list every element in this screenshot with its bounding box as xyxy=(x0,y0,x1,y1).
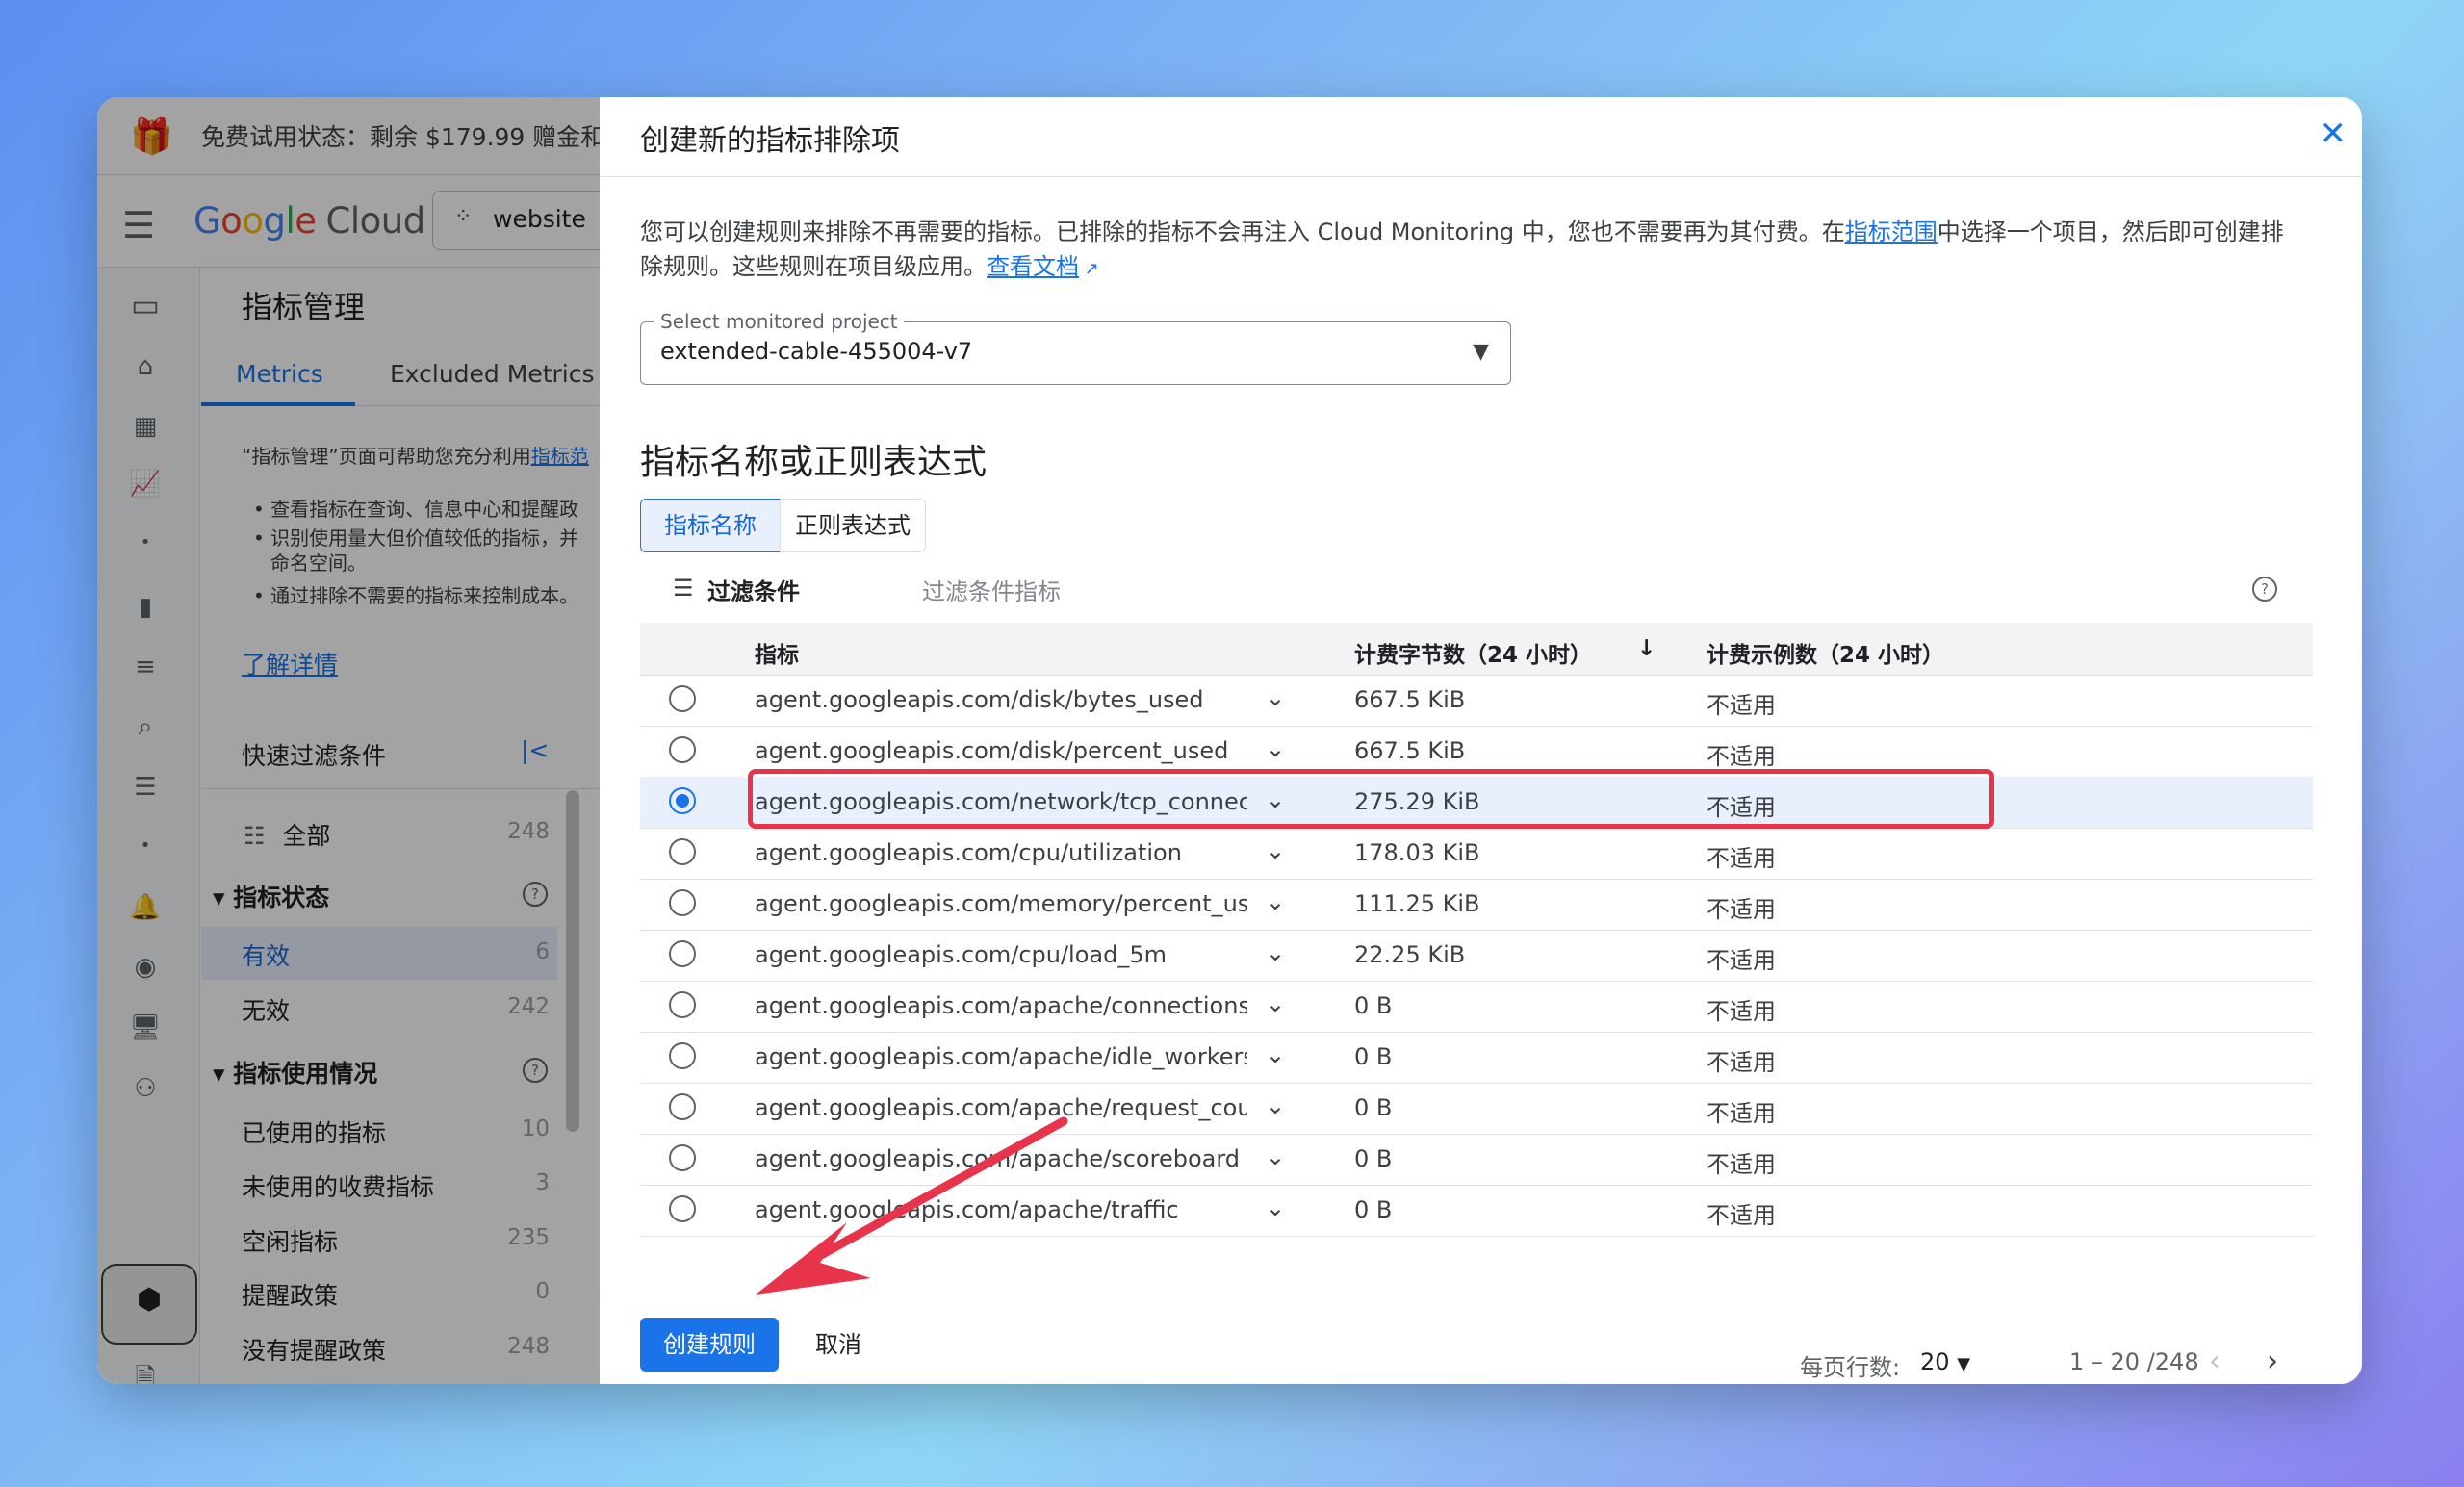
table-row[interactable]: agent.googleapis.com/apache/request_coun… xyxy=(640,1083,2313,1135)
metric-name: agent.googleapis.com/apache/traffic xyxy=(755,1196,1179,1223)
billable-bytes: 111.25 KiB xyxy=(1354,890,1480,917)
filter-label[interactable]: 过滤条件 xyxy=(707,573,800,606)
col-metric[interactable]: 指标 xyxy=(755,636,799,669)
section-title: 指标名称或正则表达式 xyxy=(640,443,988,482)
billable-bytes: 0 B xyxy=(1354,1094,1393,1121)
metric-name: agent.googleapis.com/cpu/load_5m xyxy=(755,941,1167,968)
dialog-header: 创建新的指标排除项 ✕ xyxy=(600,97,2362,177)
billable-samples: 不适用 xyxy=(1707,1100,1776,1127)
billable-samples: 不适用 xyxy=(1707,947,1776,974)
chevron-down-icon[interactable]: ⌄ xyxy=(1266,888,1285,915)
table-row[interactable]: agent.googleapis.com/apache/idle_workers… xyxy=(640,1032,2313,1084)
row-radio[interactable] xyxy=(669,787,696,814)
row-radio[interactable] xyxy=(669,940,696,967)
chevron-down-icon[interactable]: ⌄ xyxy=(1266,1092,1285,1119)
sort-desc-icon[interactable]: ↓ xyxy=(1637,636,1656,661)
billable-samples: 不适用 xyxy=(1707,1202,1776,1229)
chevron-left-icon[interactable]: ‹ xyxy=(2209,1345,2220,1378)
row-radio[interactable] xyxy=(669,685,696,712)
billable-bytes: 0 B xyxy=(1354,1145,1393,1172)
row-radio[interactable] xyxy=(669,889,696,916)
rows-per-page-label: 每页行数: xyxy=(1800,1354,1901,1381)
rows-per-page-select[interactable]: 20 ▼ xyxy=(1920,1348,1970,1375)
metric-name: agent.googleapis.com/disk/percent_used xyxy=(755,737,1229,764)
cancel-button[interactable]: 取消 xyxy=(815,1318,861,1372)
chevron-down-icon[interactable]: ⌄ xyxy=(1266,837,1285,864)
table-row[interactable]: agent.googleapis.com/memory/percent_used… xyxy=(640,879,2313,931)
table-row[interactable]: agent.googleapis.com/cpu/load_5m ⌄ 22.25 K… xyxy=(640,930,2313,982)
row-radio[interactable] xyxy=(669,1093,696,1120)
row-radio[interactable] xyxy=(669,1042,696,1069)
chevron-down-icon[interactable]: ⌄ xyxy=(1266,735,1285,762)
row-radio[interactable] xyxy=(669,838,696,865)
create-rule-button[interactable]: 创建规则 xyxy=(640,1318,779,1372)
metric-name: agent.googleapis.com/apache/request_coun… xyxy=(755,1094,1247,1121)
filter-input[interactable]: 过滤条件指标 xyxy=(922,573,1061,606)
billable-samples: 不适用 xyxy=(1707,743,1776,770)
help-icon[interactable]: ? xyxy=(2252,577,2277,602)
row-radio[interactable] xyxy=(669,991,696,1018)
segment-regex[interactable]: 正则表达式 xyxy=(780,499,926,552)
col-billable-bytes[interactable]: 计费字节数（24 小时） xyxy=(1354,636,1592,669)
filter-icon[interactable]: ☰ xyxy=(673,575,694,602)
metric-name: agent.googleapis.com/apache/scoreboard xyxy=(755,1145,1241,1172)
app-window: 🎁 免费试用状态：剩余 $179.99 赠金和 2 ☰ Google Cloud … xyxy=(97,97,2362,1384)
billable-samples: 不适用 xyxy=(1707,1049,1776,1076)
billable-samples: 不适用 xyxy=(1707,896,1776,923)
project-select-label: Select monitored project xyxy=(654,310,904,333)
metrics-scope-link[interactable]: 指标范围 xyxy=(1845,218,1938,245)
metric-name: agent.googleapis.com/disk/bytes_used xyxy=(755,686,1204,713)
chevron-right-icon[interactable]: › xyxy=(2267,1345,2278,1378)
selection-highlight-annotation xyxy=(748,769,1994,829)
external-link-icon: ↗ xyxy=(1079,259,1099,279)
chevron-down-icon[interactable]: ⌄ xyxy=(1266,684,1285,711)
caret-down-icon: ▼ xyxy=(1473,340,1489,364)
billable-bytes: 178.03 KiB xyxy=(1354,839,1480,866)
row-radio[interactable] xyxy=(669,1144,696,1171)
billable-bytes: 22.25 KiB xyxy=(1354,941,1466,968)
metric-name: agent.googleapis.com/apache/connections xyxy=(755,992,1247,1019)
project-select[interactable]: Select monitored project extended-cable-… xyxy=(640,310,1511,385)
billable-samples: 不适用 xyxy=(1707,998,1776,1025)
dialog-title: 创建新的指标排除项 xyxy=(640,124,900,158)
segment-metric-name[interactable]: 指标名称 xyxy=(640,499,781,552)
billable-samples: 不适用 xyxy=(1707,1151,1776,1178)
modal-scrim[interactable] xyxy=(97,97,600,1384)
dialog-intro: 您可以创建规则来排除不再需要的指标。已排除的指标不会再注入 Cloud Moni… xyxy=(640,218,2284,280)
row-radio[interactable] xyxy=(669,736,696,763)
billable-samples: 不适用 xyxy=(1707,692,1776,719)
chevron-down-icon[interactable]: ⌄ xyxy=(1266,1041,1285,1068)
chevron-down-icon[interactable]: ⌄ xyxy=(1266,990,1285,1017)
billable-bytes: 0 B xyxy=(1354,992,1393,1019)
table-row[interactable]: agent.googleapis.com/apache/scoreboard ⌄ 0… xyxy=(640,1134,2313,1186)
caret-down-icon: ▼ xyxy=(1957,1354,1971,1374)
table-row[interactable]: agent.googleapis.com/cpu/utilization ⌄ 178… xyxy=(640,828,2313,880)
billable-samples: 不适用 xyxy=(1707,845,1776,872)
metric-name: agent.googleapis.com/cpu/utilization xyxy=(755,839,1182,866)
table-row[interactable]: agent.googleapis.com/apache/traffic ⌄ 0 B 不… xyxy=(640,1185,2313,1237)
pagination: 每页行数: 20 ▼ 1 – 20 /248 ‹ › xyxy=(640,1337,2313,1384)
table-header: 指标 计费字节数（24 小时） ↓ 计费示例数（24 小时） xyxy=(640,623,2313,676)
chevron-down-icon[interactable]: ⌄ xyxy=(1266,1143,1285,1170)
row-radio[interactable] xyxy=(669,1195,696,1222)
metric-name: agent.googleapis.com/memory/percent_used xyxy=(755,890,1247,917)
billable-bytes: 0 B xyxy=(1354,1043,1393,1070)
col-billable-samples[interactable]: 计费示例数（24 小时） xyxy=(1707,636,1944,669)
page-range: 1 – 20 /248 xyxy=(2069,1348,2199,1375)
billable-bytes: 667.5 KiB xyxy=(1354,686,1466,713)
close-icon[interactable]: ✕ xyxy=(2320,115,2348,153)
project-select-value: extended-cable-455004-v7 xyxy=(660,338,973,365)
billable-bytes: 0 B xyxy=(1354,1196,1393,1223)
chevron-down-icon[interactable]: ⌄ xyxy=(1266,939,1285,966)
view-docs-link[interactable]: 查看文档 xyxy=(987,253,1079,280)
table-row[interactable]: agent.googleapis.com/disk/bytes_used ⌄ 667… xyxy=(640,675,2313,727)
chevron-down-icon[interactable]: ⌄ xyxy=(1266,1194,1285,1221)
metric-name: agent.googleapis.com/apache/idle_workers xyxy=(755,1043,1247,1070)
create-exclusion-dialog: 创建新的指标排除项 ✕ 您可以创建规则来排除不再需要的指标。已排除的指标不会再注… xyxy=(600,97,2362,1384)
billable-bytes: 667.5 KiB xyxy=(1354,737,1466,764)
table-row[interactable]: agent.googleapis.com/apache/connections ⌄… xyxy=(640,981,2313,1033)
